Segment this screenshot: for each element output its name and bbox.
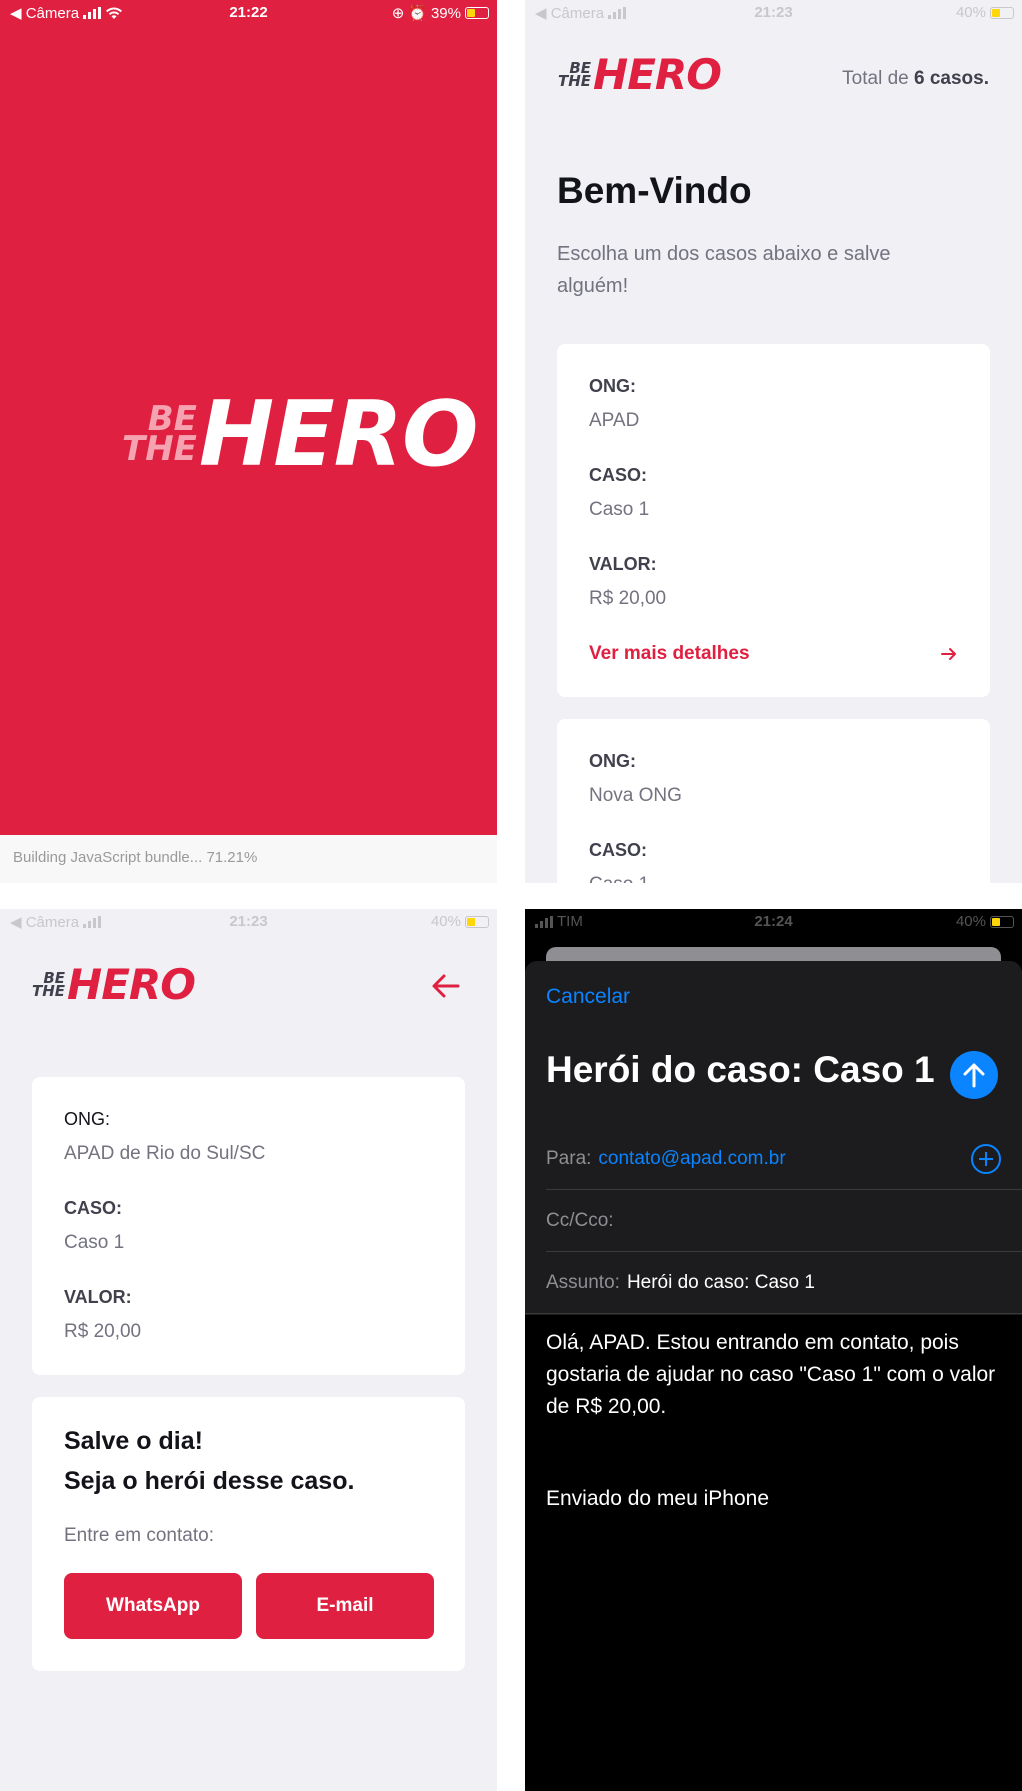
- mail-signature: Enviado do meu iPhone: [546, 1487, 769, 1510]
- to-label: Para:: [546, 1147, 592, 1169]
- logo-hero: HERO: [198, 382, 479, 487]
- mail-compose-screen: TIM 21:24 40% Cancelar Herói do caso: Ca…: [525, 909, 1022, 1791]
- splash-screen: ◀ Câmera 21:22 ⊕ ⏰ 39% BE THE HERO Build…: [0, 0, 497, 883]
- case-detail-screen: ◀ Câmera 21:23 40% BE THE HERO ONG: APAD…: [0, 909, 497, 1791]
- case-info-card: ONG: APAD de Rio do Sul/SC CASO: Caso 1 …: [32, 1077, 465, 1375]
- cta-line-2: Seja o herói desse caso.: [64, 1467, 355, 1495]
- to-field[interactable]: Para: contato@apad.com.br: [546, 1128, 1022, 1190]
- ong-label: ONG:: [64, 1109, 111, 1129]
- logo-hero: HERO: [67, 960, 196, 1009]
- to-value[interactable]: contato@apad.com.br: [598, 1148, 785, 1170]
- caso-label: CASO:: [589, 840, 647, 860]
- bundle-status: Building JavaScript bundle... 71.21%: [0, 835, 497, 883]
- logo-the: THE: [122, 428, 197, 469]
- cc-label: Cc/Cco:: [546, 1209, 614, 1231]
- subject-field[interactable]: Assunto: Herói do caso: Caso 1: [525, 1252, 1022, 1314]
- logo-the: THE: [558, 71, 592, 90]
- status-time: 21:24: [754, 913, 793, 930]
- ong-value: APAD de Rio do Sul/SC: [64, 1143, 266, 1164]
- valor-label: VALOR:: [64, 1287, 132, 1307]
- mail-heading: Herói do caso: Caso 1: [546, 1049, 935, 1090]
- cc-field[interactable]: Cc/Cco:: [546, 1190, 1022, 1252]
- orientation-lock-icon: ⊕: [391, 5, 405, 22]
- back-arrow-icon[interactable]: [431, 973, 461, 999]
- be-the-hero-logo: BE THE HERO: [32, 960, 196, 1009]
- battery-percent: 40%: [955, 4, 986, 21]
- mail-body-area[interactable]: Olá, APAD. Estou entrando em contato, po…: [525, 1315, 1022, 1791]
- page-title: Bem-Vindo: [557, 170, 752, 211]
- details-link[interactable]: Ver mais detalhes: [589, 640, 958, 668]
- caso-value: Caso 1: [589, 499, 650, 520]
- total-cases: Total de 6 casos.: [842, 68, 989, 90]
- total-prefix: Total de: [842, 68, 914, 89]
- send-button[interactable]: [950, 1051, 998, 1099]
- total-count: 6 casos.: [914, 68, 989, 89]
- ong-value: Nova ONG: [589, 785, 682, 806]
- battery-icon: [465, 7, 489, 19]
- be-the-hero-logo: BE THE HERO: [122, 382, 478, 487]
- valor-value: R$ 20,00: [64, 1321, 142, 1342]
- case-list-screen: ◀ Câmera 21:23 40% BE THE HERO Total de …: [525, 0, 1022, 883]
- subject-value[interactable]: Herói do caso: Caso 1: [627, 1272, 815, 1294]
- add-contact-icon[interactable]: [970, 1143, 1002, 1175]
- valor-label: VALOR:: [589, 554, 657, 574]
- battery-percent: 40%: [430, 913, 461, 930]
- logo-hero: HERO: [593, 50, 722, 99]
- page-description: Escolha um dos casos abaixo e salve algu…: [557, 243, 891, 297]
- ong-value: APAD: [589, 410, 640, 431]
- arrow-right-icon: [941, 648, 956, 660]
- logo-the: THE: [32, 981, 66, 1000]
- ong-label: ONG:: [589, 751, 636, 771]
- case-card: ONG: APAD CASO: Caso 1 VALOR: R$ 20,00 V…: [557, 344, 990, 697]
- battery-icon: [990, 6, 1014, 19]
- be-the-hero-logo: BE THE HERO: [558, 50, 722, 99]
- compose-sheet: Cancelar Herói do caso: Caso 1 Para: con…: [525, 961, 1022, 1791]
- status-bar: ◀ Câmera 21:23 40%: [0, 909, 497, 935]
- caso-label: CASO:: [64, 1198, 122, 1218]
- arrow-up-icon: [963, 1063, 985, 1088]
- valor-value: R$ 20,00: [589, 588, 667, 609]
- status-bar: TIM 21:24 40%: [525, 909, 1022, 935]
- ong-label: ONG:: [589, 376, 636, 396]
- cancel-button[interactable]: Cancelar: [546, 985, 630, 1009]
- cta-line-1: Salve o dia!: [64, 1427, 203, 1455]
- contact-label: Entre em contato:: [64, 1525, 214, 1546]
- status-time: 21:23: [754, 4, 793, 21]
- battery-icon: [990, 915, 1014, 928]
- battery-percent: 40%: [955, 913, 986, 930]
- mail-body: Olá, APAD. Estou entrando em contato, po…: [546, 1331, 996, 1418]
- email-button[interactable]: E-mail: [256, 1573, 434, 1639]
- caso-value: Caso 1: [589, 874, 649, 883]
- battery-icon: [465, 915, 489, 928]
- alarm-icon: ⏰: [408, 5, 427, 22]
- case-card: ONG: Nova ONG CASO: Caso 1: [557, 719, 990, 883]
- status-bar: ◀ Câmera 21:22 ⊕ ⏰ 39%: [0, 0, 497, 26]
- caso-value: Caso 1: [64, 1232, 125, 1253]
- details-link-label: Ver mais detalhes: [589, 643, 750, 664]
- status-time: 21:23: [229, 913, 268, 930]
- status-bar: ◀ Câmera 21:23 40%: [525, 0, 1022, 26]
- caso-label: CASO:: [589, 465, 647, 485]
- subject-label: Assunto:: [546, 1271, 620, 1293]
- battery-percent: 39%: [430, 4, 461, 22]
- whatsapp-button[interactable]: WhatsApp: [64, 1573, 242, 1639]
